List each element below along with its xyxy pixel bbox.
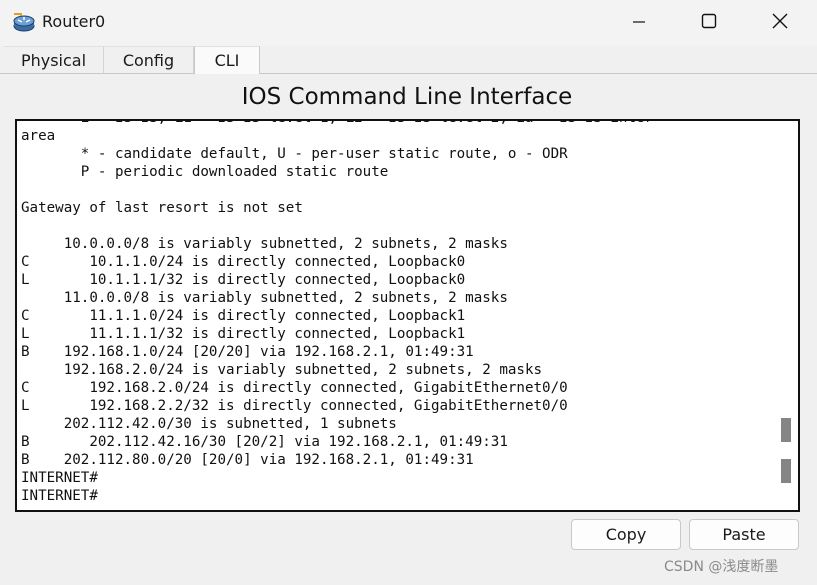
maximize-button[interactable]	[686, 0, 732, 46]
copy-button[interactable]: Copy	[571, 519, 681, 550]
watermark: CSDN @浅度断墨	[664, 559, 779, 575]
tab-cli[interactable]: CLI	[194, 46, 260, 74]
terminal-line: 202.112.42.0/30 is subnetted, 1 subnets	[21, 416, 397, 432]
terminal-line: C 10.1.1.0/24 is directly connected, Loo…	[21, 254, 466, 270]
paste-button[interactable]: Paste	[689, 519, 799, 550]
terminal-line: C 192.168.2.0/24 is directly connected, …	[21, 380, 568, 396]
terminal-line: i - IS-IS, L1 - IS-IS level-1, L2 - IS-I…	[21, 121, 768, 127]
terminal-line: B 202.112.80.0/20 [20/0] via 192.168.2.1…	[21, 452, 474, 468]
scrollbar-thumb[interactable]	[781, 418, 791, 442]
tab-bar: Physical Config CLI	[0, 46, 817, 74]
router-icon	[11, 11, 37, 35]
cli-terminal[interactable]: i - IS-IS, L1 - IS-IS level-1, L2 - IS-I…	[15, 119, 800, 512]
maximize-icon	[701, 13, 717, 33]
minimize-icon	[632, 14, 646, 33]
terminal-line: INTERNET#	[21, 488, 98, 504]
terminal-line: 11.0.0.0/8 is variably subnetted, 2 subn…	[21, 290, 508, 306]
close-icon	[772, 13, 788, 33]
minimize-button[interactable]	[616, 0, 662, 46]
terminal-line: B 202.112.42.16/30 [20/2] via 192.168.2.…	[21, 434, 508, 450]
terminal-line: L 192.168.2.2/32 is directly connected, …	[21, 398, 568, 414]
router-window: Router0 Physical Config CLI IOS Command …	[0, 0, 817, 585]
cli-heading: IOS Command Line Interface	[241, 84, 573, 110]
close-button[interactable]	[757, 0, 803, 46]
terminal-line: area	[21, 128, 56, 144]
terminal-scrollbar[interactable]	[772, 121, 798, 510]
terminal-line: INTERNET#	[21, 470, 98, 486]
tab-config[interactable]: Config	[104, 46, 194, 73]
terminal-output: i - IS-IS, L1 - IS-IS level-1, L2 - IS-I…	[21, 121, 768, 505]
terminal-line: * - candidate default, U - per-user stat…	[21, 146, 568, 162]
terminal-line: L 11.1.1.1/32 is directly connected, Loo…	[21, 326, 466, 342]
terminal-line: 192.168.2.0/24 is variably subnetted, 2 …	[21, 362, 543, 378]
terminal-line: L 10.1.1.1/32 is directly connected, Loo…	[21, 272, 466, 288]
terminal-line: C 11.1.1.0/24 is directly connected, Loo…	[21, 308, 466, 324]
terminal-line: 10.0.0.0/8 is variably subnetted, 2 subn…	[21, 236, 508, 252]
window-title: Router0	[42, 12, 106, 31]
scrollbar-thumb-secondary[interactable]	[781, 459, 791, 483]
terminal-line: P - periodic downloaded static route	[21, 164, 389, 180]
tab-physical[interactable]: Physical	[4, 46, 104, 73]
terminal-line: B 192.168.1.0/24 [20/20] via 192.168.2.1…	[21, 344, 474, 360]
title-bar[interactable]: Router0	[0, 0, 817, 46]
terminal-line: Gateway of last resort is not set	[21, 200, 303, 216]
